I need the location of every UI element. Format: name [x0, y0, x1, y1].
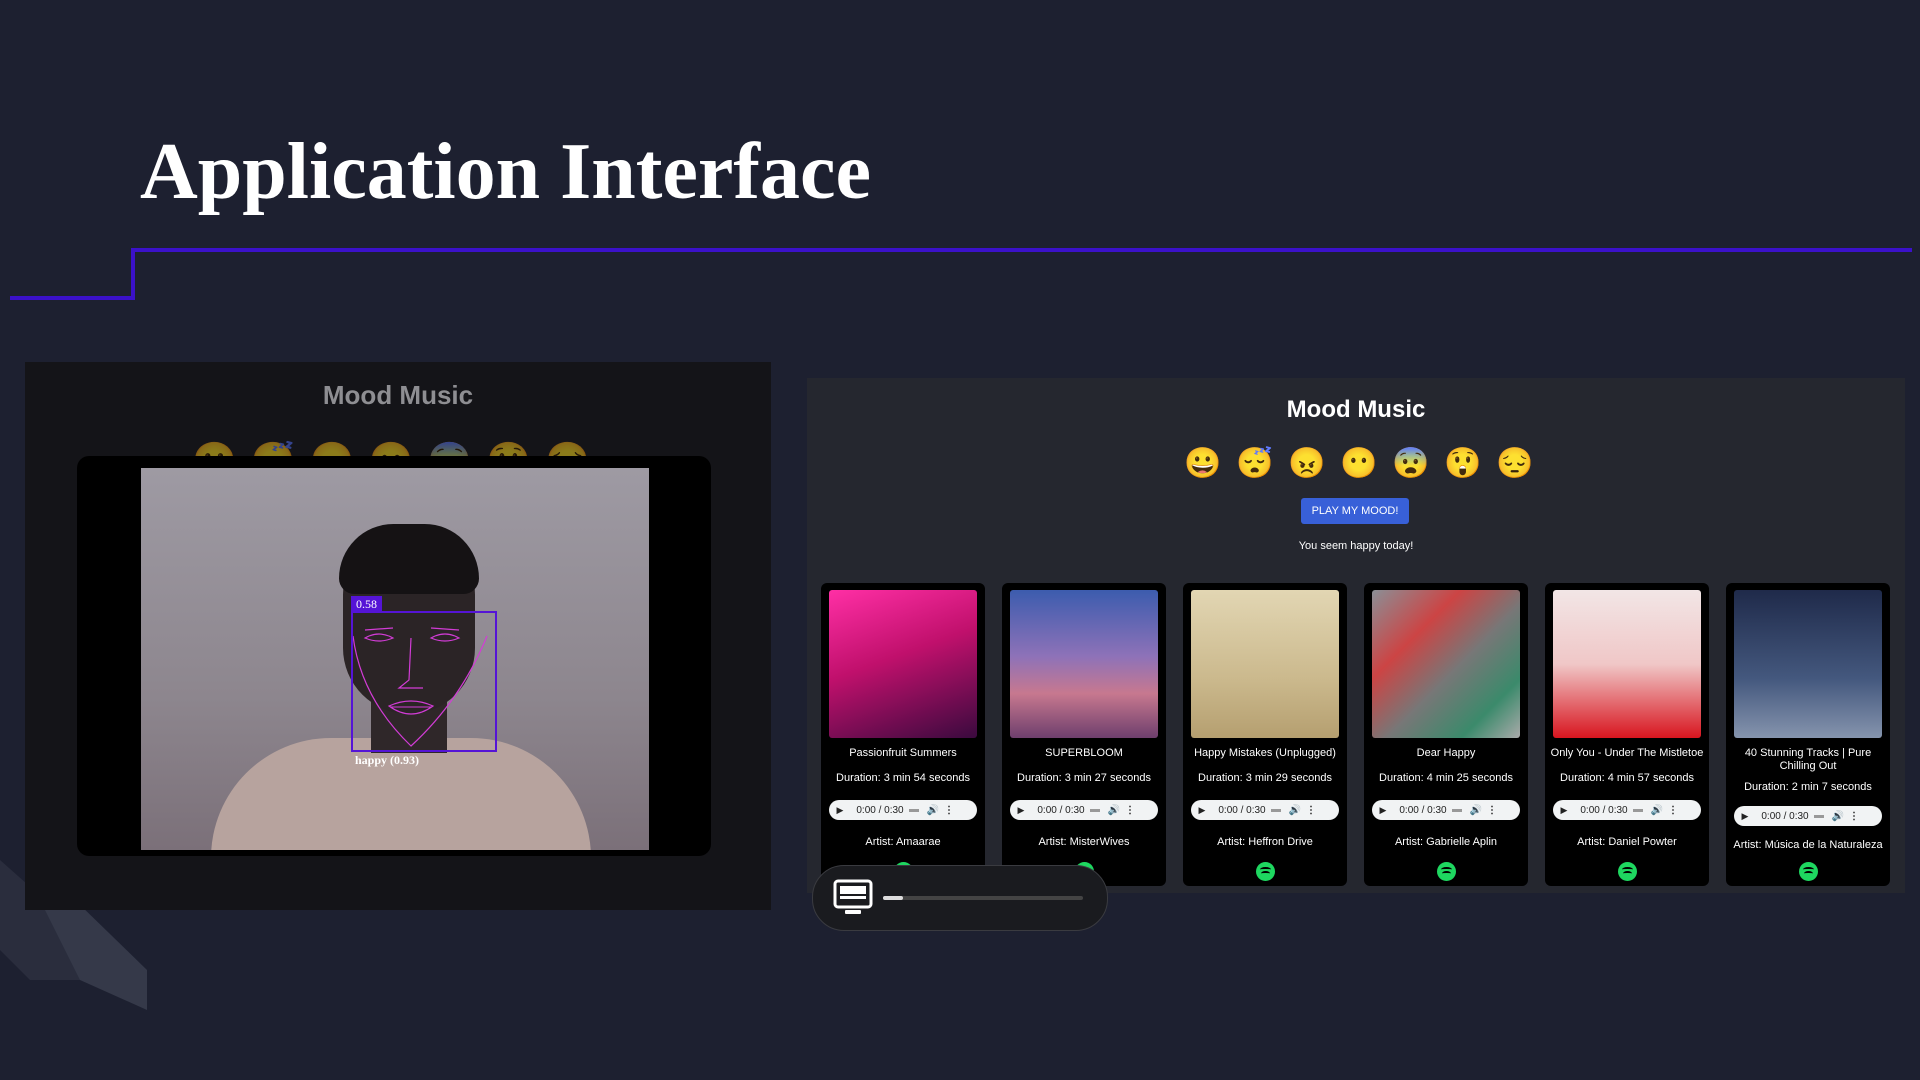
audio-seek-bar[interactable] — [1814, 814, 1824, 818]
track-card: Only You - Under The Mistletoe Duration:… — [1545, 583, 1709, 886]
track-duration: Duration: 3 min 27 seconds — [1017, 772, 1151, 784]
audio-time: 0:00 / 0:30 — [1399, 804, 1447, 816]
track-card: Passionfruit Summers Duration: 3 min 54 … — [821, 583, 985, 886]
play-icon[interactable]: ▶ — [1734, 811, 1756, 822]
face-score-badge: 0.58 — [351, 596, 382, 613]
album-art — [1734, 590, 1882, 738]
sleeping-face-icon[interactable]: 😴 — [1236, 448, 1273, 480]
album-art — [829, 590, 977, 738]
play-my-mood-button[interactable]: PLAY MY MOOD! — [1301, 498, 1409, 524]
more-options-icon[interactable]: ⋮ — [1665, 805, 1681, 816]
audio-time: 0:00 / 0:30 — [856, 804, 904, 816]
screen-share-bar — [812, 865, 1108, 931]
more-options-icon[interactable]: ⋮ — [1122, 805, 1138, 816]
angry-face-icon[interactable]: 😠 — [1288, 448, 1325, 480]
audio-player: ▶ 0:00 / 0:30 🔊 ⋮ — [1553, 800, 1701, 820]
face-bounding-box — [351, 611, 497, 752]
album-art — [1010, 590, 1158, 738]
track-artist: Artist: Heffron Drive — [1217, 836, 1313, 848]
audio-seek-bar[interactable] — [1452, 808, 1462, 812]
fearful-face-icon[interactable]: 😨 — [1392, 448, 1429, 480]
spotify-icon[interactable] — [1618, 862, 1637, 881]
play-icon[interactable]: ▶ — [1553, 805, 1575, 816]
audio-player: ▶ 0:00 / 0:30 🔊 ⋮ — [1191, 800, 1339, 820]
share-progress-fill — [883, 896, 903, 900]
volume-icon[interactable]: 🔊 — [1287, 805, 1303, 816]
play-icon[interactable]: ▶ — [1372, 805, 1394, 816]
track-duration: Duration: 3 min 29 seconds — [1198, 772, 1332, 784]
app-title: Mood Music — [1286, 396, 1426, 423]
audio-player: ▶ 0:00 / 0:30 🔊 ⋮ — [1010, 800, 1158, 820]
track-title: Only You - Under The Mistletoe — [1550, 747, 1704, 759]
track-card: 40 Stunning Tracks | Pure Chilling Out D… — [1726, 583, 1890, 886]
volume-icon[interactable]: 🔊 — [925, 805, 941, 816]
webcam-frame: 0.58 happy (0.93) — [77, 456, 711, 856]
play-icon[interactable]: ▶ — [829, 805, 851, 816]
play-icon[interactable]: ▶ — [1191, 805, 1213, 816]
more-options-icon[interactable]: ⋮ — [1846, 811, 1862, 822]
track-duration: Duration: 4 min 25 seconds — [1379, 772, 1513, 784]
mood-music-app: Mood Music 😀 😴 😠 😶 😨 😲 😔 PLAY MY MOOD! Y… — [807, 378, 1905, 893]
audio-player: ▶ 0:00 / 0:30 🔊 ⋮ — [1734, 806, 1882, 826]
share-progress-bar — [883, 896, 1083, 900]
mood-emoji-row: 😀 😴 😠 😶 😨 😲 😔 — [807, 448, 1905, 480]
track-artist: Artist: Daniel Powter — [1577, 836, 1677, 848]
track-card: Happy Mistakes (Unplugged) Duration: 3 m… — [1183, 583, 1347, 886]
audio-seek-bar[interactable] — [1633, 808, 1643, 812]
volume-icon[interactable]: 🔊 — [1830, 811, 1846, 822]
audio-time: 0:00 / 0:30 — [1218, 804, 1266, 816]
track-title: Passionfruit Summers — [849, 747, 957, 759]
album-art — [1191, 590, 1339, 738]
spotify-icon[interactable] — [1437, 862, 1456, 881]
more-options-icon[interactable]: ⋮ — [1303, 805, 1319, 816]
album-art — [1553, 590, 1701, 738]
pensive-face-icon[interactable]: 😔 — [1496, 448, 1533, 480]
track-duration: Duration: 4 min 57 seconds — [1560, 772, 1694, 784]
audio-player: ▶ 0:00 / 0:30 🔊 ⋮ — [829, 800, 977, 820]
track-duration: Duration: 2 min 7 seconds — [1744, 781, 1872, 793]
audio-seek-bar[interactable] — [1090, 808, 1100, 812]
album-art — [1372, 590, 1520, 738]
track-artist: Artist: Gabrielle Aplin — [1394, 836, 1498, 848]
track-artist: Artist: MisterWives — [1038, 836, 1130, 848]
audio-time: 0:00 / 0:30 — [1037, 804, 1085, 816]
track-title: SUPERBLOOM — [1045, 747, 1123, 759]
neutral-face-icon[interactable]: 😶 — [1340, 448, 1377, 480]
spotify-icon[interactable] — [1256, 862, 1275, 881]
audio-time: 0:00 / 0:30 — [1580, 804, 1628, 816]
track-artist: Artist: Amaarae — [865, 836, 941, 848]
more-options-icon[interactable]: ⋮ — [941, 805, 957, 816]
track-card: SUPERBLOOM Duration: 3 min 27 seconds ▶ … — [1002, 583, 1166, 886]
expression-label: happy (0.93) — [355, 753, 420, 767]
webcam-video: 0.58 happy (0.93) — [141, 468, 649, 850]
track-card: Dear Happy Duration: 4 min 25 seconds ▶ … — [1364, 583, 1528, 886]
audio-time: 0:00 / 0:30 — [1761, 810, 1809, 822]
track-title: Happy Mistakes (Unplugged) — [1194, 747, 1336, 759]
audio-player: ▶ 0:00 / 0:30 🔊 ⋮ — [1372, 800, 1520, 820]
audio-seek-bar[interactable] — [1271, 808, 1281, 812]
accent-divider — [10, 248, 1912, 300]
track-card-list: Passionfruit Summers Duration: 3 min 54 … — [821, 583, 1890, 886]
track-artist: Artist: Música de la Naturaleza — [1733, 839, 1883, 851]
volume-icon[interactable]: 🔊 — [1106, 805, 1122, 816]
play-icon[interactable]: ▶ — [1010, 805, 1032, 816]
spotify-icon[interactable] — [1799, 862, 1818, 881]
volume-icon[interactable]: 🔊 — [1649, 805, 1665, 816]
track-duration: Duration: 3 min 54 seconds — [836, 772, 970, 784]
detection-panel-title: Mood Music — [322, 380, 474, 410]
more-options-icon[interactable]: ⋮ — [1484, 805, 1500, 816]
face-detection-panel: Mood Music 😀😴😠😶😨😲😔 0.58 happy (0.93) — [25, 362, 771, 910]
mood-status-text: You seem happy today! — [1298, 540, 1414, 552]
screen-share-icon[interactable] — [833, 879, 873, 917]
grinning-face-icon[interactable]: 😀 — [1184, 448, 1221, 480]
track-title: Dear Happy — [1416, 747, 1476, 759]
volume-icon[interactable]: 🔊 — [1468, 805, 1484, 816]
audio-seek-bar[interactable] — [909, 808, 919, 812]
track-title: 40 Stunning Tracks | Pure Chilling Out — [1744, 747, 1872, 772]
astonished-face-icon[interactable]: 😲 — [1444, 448, 1481, 480]
